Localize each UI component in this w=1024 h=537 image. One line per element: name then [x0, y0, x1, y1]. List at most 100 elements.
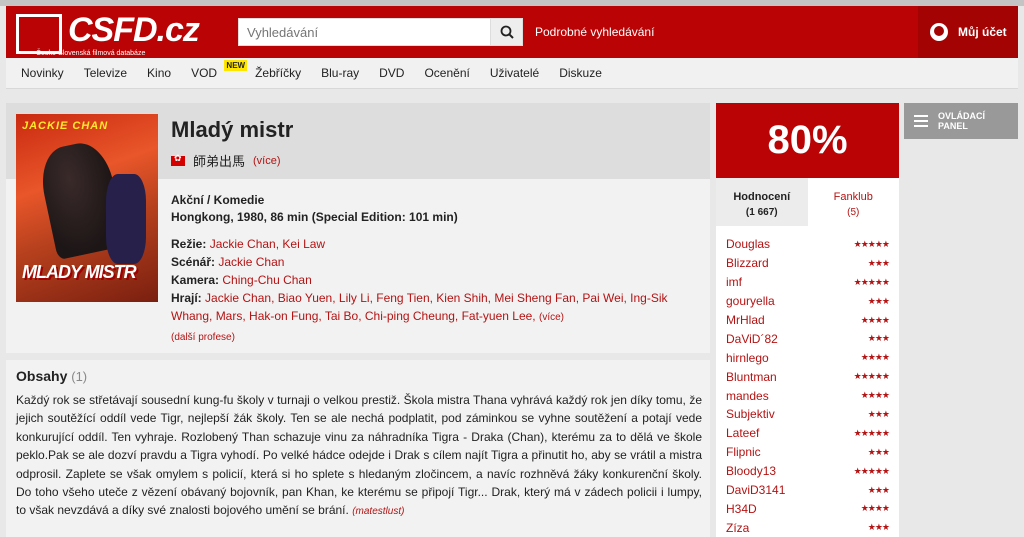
- advanced-search-link[interactable]: Podrobné vyhledávání: [535, 25, 654, 39]
- cast-row: Hrají: Jackie Chan, Biao Yuen, Lily Li, …: [171, 289, 696, 327]
- poster-figure-secondary: [106, 174, 146, 264]
- nav-item-diskuze[interactable]: Diskuze: [559, 66, 602, 80]
- user-rating-row: mandes ★★★★: [726, 386, 890, 405]
- account-label: Můj účet: [958, 25, 1007, 39]
- writer-link[interactable]: Jackie Chan: [218, 255, 284, 269]
- logo-text: CSFD.cz: [68, 11, 200, 49]
- user-name-link[interactable]: Lateef: [726, 426, 759, 440]
- user-name-link[interactable]: hirnlego: [726, 351, 769, 365]
- star-rating-icon: ★★★: [867, 522, 890, 533]
- star-rating-icon: ★★★: [867, 446, 890, 457]
- writer-label: Scénář:: [171, 255, 216, 269]
- user-name-link[interactable]: MrHlad: [726, 313, 765, 327]
- nav-item-novinky[interactable]: Novinky: [21, 66, 64, 80]
- tab-fanclub[interactable]: Fanklub (5): [808, 178, 900, 226]
- rating-score: 80%: [716, 103, 899, 178]
- nav-item-televize[interactable]: Televize: [84, 66, 127, 80]
- cast-label: Hrají:: [171, 291, 202, 305]
- user-name-link[interactable]: Blizzard: [726, 256, 769, 270]
- tab-ratings-count: (1 667): [745, 207, 778, 218]
- nav-item-kino[interactable]: Kino: [147, 66, 171, 80]
- original-title: 師弟出馬: [193, 154, 246, 169]
- control-panel-line1: OVLÁDACÍ: [938, 111, 985, 121]
- user-name-link[interactable]: Douglas: [726, 237, 770, 251]
- site-header: CSFD.cz Česko-Slovenská filmová databáze…: [6, 6, 1018, 58]
- star-rating-icon: ★★★: [867, 333, 890, 344]
- movie-genre: Akční / Komedie: [171, 193, 265, 207]
- nav-item-zebricky[interactable]: Žebříčky: [255, 66, 301, 80]
- user-name-link[interactable]: H34D: [726, 502, 757, 516]
- user-rating-row: Zíza ★★★: [726, 518, 890, 537]
- site-logo[interactable]: CSFD.cz Česko-Slovenská filmová databáze: [16, 11, 200, 57]
- search-button[interactable]: [490, 19, 522, 45]
- original-title-row: 師弟出馬 (více): [171, 151, 281, 170]
- search-icon: [500, 25, 514, 39]
- user-name-link[interactable]: Flipnic: [726, 445, 761, 459]
- user-name-link[interactable]: Bluntman: [726, 370, 777, 384]
- cast-more-link[interactable]: (více): [539, 312, 564, 323]
- plot-text: Každý rok se střetávají sousední kung-fu…: [16, 391, 702, 522]
- tab-ratings-label: Hodnocení: [733, 191, 791, 203]
- nav-item-dvd[interactable]: DVD: [379, 66, 404, 80]
- user-name-link[interactable]: Subjektiv: [726, 407, 775, 421]
- menu-icon: [914, 115, 928, 127]
- star-rating-icon: ★★★★★: [853, 371, 890, 382]
- hongkong-flag-icon: [171, 153, 185, 166]
- camera-link[interactable]: Ching-Chu Chan: [222, 273, 311, 287]
- more-professions-link[interactable]: (další profese): [171, 332, 235, 343]
- user-ratings-list: Douglas ★★★★★ Blizzard ★★★ imf ★★★★★ gouryella…: [726, 235, 890, 537]
- user-name-link[interactable]: Bloody13: [726, 464, 776, 478]
- star-rating-icon: ★★★: [867, 257, 890, 268]
- director-links[interactable]: Jackie Chan, Kei Law: [210, 237, 325, 251]
- star-rating-icon: ★★★: [867, 295, 890, 306]
- user-name-link[interactable]: Zíza: [726, 521, 749, 535]
- account-button[interactable]: Můj účet: [918, 6, 1018, 58]
- user-icon: [930, 23, 948, 41]
- search-input[interactable]: [239, 19, 487, 45]
- user-name-link[interactable]: DaViD´82: [726, 332, 778, 346]
- new-badge: NEW: [224, 60, 248, 71]
- tab-fanclub-label: Fanklub: [833, 191, 873, 203]
- poster-title: MLADY MISTR: [22, 262, 137, 282]
- cast-links[interactable]: Jackie Chan, Biao Yuen, Lily Li, Feng Ti…: [171, 291, 668, 323]
- star-rating-icon: ★★★: [867, 408, 890, 419]
- user-name-link[interactable]: DaviD3141: [726, 483, 785, 497]
- search-box: [238, 18, 523, 46]
- tab-ratings[interactable]: Hodnocení (1 667): [716, 178, 808, 226]
- plot-body: Každý rok se střetávají sousední kung-fu…: [16, 393, 702, 518]
- star-rating-icon: ★★★★★: [853, 238, 890, 249]
- nav-item-uzivatele[interactable]: Uživatelé: [490, 66, 539, 80]
- movie-poster[interactable]: JACKIE CHAN MLADY MISTR: [16, 114, 158, 302]
- user-name-link[interactable]: gouryella: [726, 294, 775, 308]
- user-name-link[interactable]: mandes: [726, 389, 769, 403]
- movie-info-panel: JACKIE CHAN MLADY MISTR Mladý mistr 師弟出馬…: [6, 103, 710, 353]
- nav-item-vod[interactable]: VOD NEW: [191, 60, 248, 80]
- plot-panel: Obsahy (1) Každý rok se střetávají souse…: [6, 360, 710, 537]
- star-rating-icon: ★★★: [867, 484, 890, 495]
- star-rating-icon: ★★★★★: [853, 427, 890, 438]
- writer-row: Scénář: Jackie Chan: [171, 253, 696, 271]
- user-name-link[interactable]: imf: [726, 275, 742, 289]
- nav-item-bluray[interactable]: Blu-ray: [321, 66, 359, 80]
- logo-tagline: Česko-Slovenská filmová databáze: [36, 50, 146, 57]
- plot-count: (1): [71, 369, 88, 384]
- movie-origin: Hongkong, 1980, 86 min (Special Edition:…: [171, 210, 458, 224]
- user-rating-row: H34D ★★★★: [726, 499, 890, 518]
- nav-item-oceneni[interactable]: Ocenění: [424, 66, 469, 80]
- user-rating-row: MrHlad ★★★★: [726, 311, 890, 330]
- user-rating-row: DaviD3141 ★★★: [726, 481, 890, 500]
- control-panel-button[interactable]: OVLÁDACÍ PANEL: [904, 103, 1018, 139]
- director-row: Režie: Jackie Chan, Kei Law: [171, 235, 696, 253]
- user-rating-row: gouryella ★★★: [726, 292, 890, 311]
- star-rating-icon: ★★★★★: [853, 465, 890, 476]
- more-titles-link[interactable]: (více): [253, 155, 281, 167]
- logo-film-icon: [16, 14, 62, 54]
- crew-list: Režie: Jackie Chan, Kei Law Scénář: Jack…: [171, 235, 696, 347]
- more-professions-row: (další profese): [171, 327, 696, 347]
- control-panel-label: OVLÁDACÍ PANEL: [938, 111, 985, 131]
- plot-heading-label: Obsahy: [16, 368, 68, 384]
- star-rating-icon: ★★★★: [860, 352, 890, 363]
- plot-author-link[interactable]: (matestlust): [352, 506, 404, 517]
- star-rating-icon: ★★★★: [860, 314, 890, 325]
- plot-heading: Obsahy (1): [16, 368, 87, 384]
